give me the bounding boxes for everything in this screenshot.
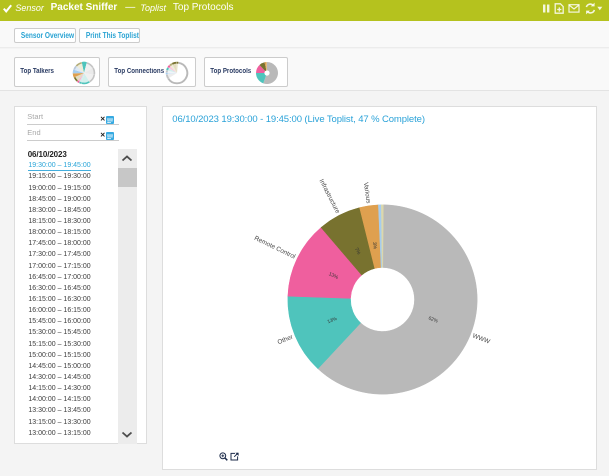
svg-text:Remote Control: Remote Control	[253, 235, 296, 261]
svg-text:Various: Various	[362, 182, 372, 204]
svg-text:Infrastructure: Infrastructure	[317, 178, 341, 215]
svg-text:WWW: WWW	[471, 332, 491, 346]
svg-text:Other: Other	[277, 333, 295, 346]
